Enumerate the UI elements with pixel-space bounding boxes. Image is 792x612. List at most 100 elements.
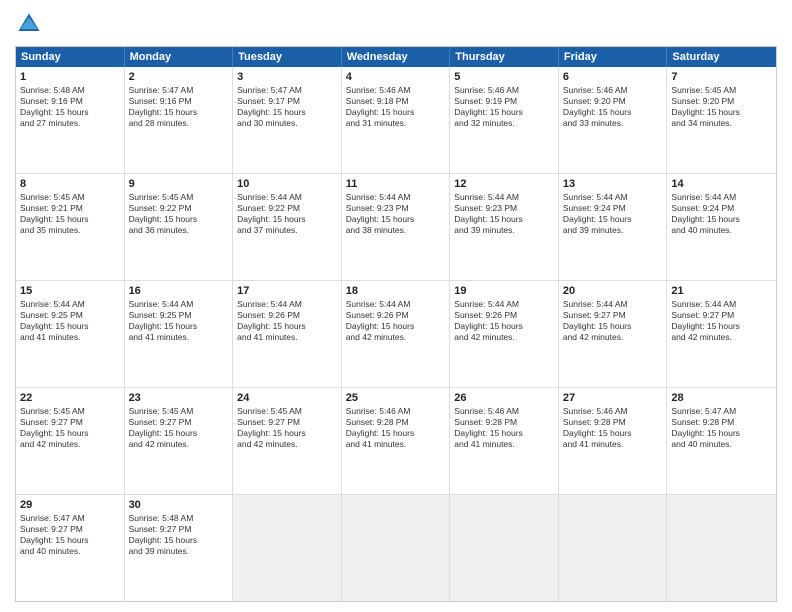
calendar-cell: 6Sunrise: 5:46 AMSunset: 9:20 PMDaylight…	[559, 67, 668, 173]
day-info-line: and 42 minutes.	[671, 332, 772, 343]
day-number: 3	[237, 70, 337, 84]
day-info-line: Sunrise: 5:46 AM	[563, 85, 663, 96]
day-info-line: Sunrise: 5:48 AM	[20, 85, 120, 96]
day-info-line: Sunrise: 5:45 AM	[129, 406, 229, 417]
day-info-line: Sunset: 9:26 PM	[346, 310, 446, 321]
day-info-line: Sunrise: 5:44 AM	[563, 192, 663, 203]
day-info-line: Daylight: 15 hours	[20, 321, 120, 332]
day-info-line: Sunset: 9:28 PM	[346, 417, 446, 428]
day-info-line: Sunrise: 5:47 AM	[237, 85, 337, 96]
day-number: 27	[563, 391, 663, 405]
day-info-line: Sunset: 9:22 PM	[129, 203, 229, 214]
calendar-body: 1Sunrise: 5:48 AMSunset: 9:16 PMDaylight…	[16, 67, 776, 601]
calendar-row: 29Sunrise: 5:47 AMSunset: 9:27 PMDayligh…	[16, 495, 776, 601]
day-info-line: Sunset: 9:26 PM	[237, 310, 337, 321]
day-number: 7	[671, 70, 772, 84]
calendar-cell: 10Sunrise: 5:44 AMSunset: 9:22 PMDayligh…	[233, 174, 342, 280]
calendar-cell: 13Sunrise: 5:44 AMSunset: 9:24 PMDayligh…	[559, 174, 668, 280]
calendar-cell: 22Sunrise: 5:45 AMSunset: 9:27 PMDayligh…	[16, 388, 125, 494]
day-info-line: and 30 minutes.	[237, 118, 337, 129]
day-info-line: Sunrise: 5:44 AM	[346, 192, 446, 203]
logo	[15, 10, 47, 38]
calendar-cell	[450, 495, 559, 601]
day-info-line: and 38 minutes.	[346, 225, 446, 236]
day-number: 21	[671, 284, 772, 298]
day-info-line: and 42 minutes.	[454, 332, 554, 343]
day-info-line: and 37 minutes.	[237, 225, 337, 236]
day-info-line: Sunrise: 5:46 AM	[346, 406, 446, 417]
day-info-line: and 31 minutes.	[346, 118, 446, 129]
day-info-line: Sunrise: 5:48 AM	[129, 513, 229, 524]
day-info-line: Sunset: 9:17 PM	[237, 96, 337, 107]
day-info-line: and 39 minutes.	[563, 225, 663, 236]
day-info-line: Sunset: 9:26 PM	[454, 310, 554, 321]
day-info-line: Sunrise: 5:47 AM	[20, 513, 120, 524]
day-info-line: Daylight: 15 hours	[454, 214, 554, 225]
day-number: 23	[129, 391, 229, 405]
day-number: 14	[671, 177, 772, 191]
day-info-line: and 35 minutes.	[20, 225, 120, 236]
day-number: 1	[20, 70, 120, 84]
day-info-line: and 32 minutes.	[454, 118, 554, 129]
day-info-line: Sunset: 9:27 PM	[237, 417, 337, 428]
day-number: 25	[346, 391, 446, 405]
day-number: 16	[129, 284, 229, 298]
day-info-line: Sunset: 9:28 PM	[671, 417, 772, 428]
day-info-line: Daylight: 15 hours	[129, 428, 229, 439]
day-info-line: Sunset: 9:19 PM	[454, 96, 554, 107]
day-info-line: Sunset: 9:25 PM	[129, 310, 229, 321]
calendar-cell: 4Sunrise: 5:46 AMSunset: 9:18 PMDaylight…	[342, 67, 451, 173]
calendar-header-cell: Friday	[559, 47, 668, 67]
calendar-cell: 3Sunrise: 5:47 AMSunset: 9:17 PMDaylight…	[233, 67, 342, 173]
day-info-line: and 39 minutes.	[454, 225, 554, 236]
day-number: 12	[454, 177, 554, 191]
day-info-line: and 42 minutes.	[20, 439, 120, 450]
calendar-cell: 16Sunrise: 5:44 AMSunset: 9:25 PMDayligh…	[125, 281, 234, 387]
calendar-cell: 12Sunrise: 5:44 AMSunset: 9:23 PMDayligh…	[450, 174, 559, 280]
day-info-line: and 27 minutes.	[20, 118, 120, 129]
day-info-line: and 42 minutes.	[563, 332, 663, 343]
day-number: 22	[20, 391, 120, 405]
calendar-cell: 15Sunrise: 5:44 AMSunset: 9:25 PMDayligh…	[16, 281, 125, 387]
calendar-header-cell: Sunday	[16, 47, 125, 67]
day-info-line: Daylight: 15 hours	[671, 321, 772, 332]
day-info-line: and 36 minutes.	[129, 225, 229, 236]
calendar-cell: 18Sunrise: 5:44 AMSunset: 9:26 PMDayligh…	[342, 281, 451, 387]
day-info-line: Daylight: 15 hours	[563, 428, 663, 439]
day-number: 17	[237, 284, 337, 298]
calendar-row: 1Sunrise: 5:48 AMSunset: 9:16 PMDaylight…	[16, 67, 776, 174]
day-info-line: Sunset: 9:27 PM	[129, 417, 229, 428]
day-info-line: Daylight: 15 hours	[563, 214, 663, 225]
day-info-line: Daylight: 15 hours	[237, 428, 337, 439]
day-info-line: Sunrise: 5:45 AM	[20, 192, 120, 203]
day-number: 30	[129, 498, 229, 512]
calendar-header-cell: Saturday	[667, 47, 776, 67]
day-info-line: Sunset: 9:27 PM	[671, 310, 772, 321]
day-info-line: Sunset: 9:23 PM	[346, 203, 446, 214]
calendar-row: 15Sunrise: 5:44 AMSunset: 9:25 PMDayligh…	[16, 281, 776, 388]
day-info-line: Sunrise: 5:44 AM	[454, 192, 554, 203]
day-info-line: and 39 minutes.	[129, 546, 229, 557]
calendar-cell: 14Sunrise: 5:44 AMSunset: 9:24 PMDayligh…	[667, 174, 776, 280]
day-info-line: and 42 minutes.	[129, 439, 229, 450]
calendar-cell: 17Sunrise: 5:44 AMSunset: 9:26 PMDayligh…	[233, 281, 342, 387]
day-info-line: Sunset: 9:18 PM	[346, 96, 446, 107]
calendar-cell	[559, 495, 668, 601]
day-number: 19	[454, 284, 554, 298]
day-info-line: Sunset: 9:27 PM	[20, 524, 120, 535]
day-info-line: and 41 minutes.	[563, 439, 663, 450]
calendar-cell	[233, 495, 342, 601]
calendar-cell	[667, 495, 776, 601]
header	[15, 10, 777, 38]
day-info-line: Sunset: 9:28 PM	[563, 417, 663, 428]
day-info-line: Sunrise: 5:44 AM	[129, 299, 229, 310]
calendar-header-row: SundayMondayTuesdayWednesdayThursdayFrid…	[16, 47, 776, 67]
day-number: 13	[563, 177, 663, 191]
calendar: SundayMondayTuesdayWednesdayThursdayFrid…	[15, 46, 777, 602]
day-info-line: Sunrise: 5:44 AM	[20, 299, 120, 310]
calendar-cell: 1Sunrise: 5:48 AMSunset: 9:16 PMDaylight…	[16, 67, 125, 173]
calendar-cell: 30Sunrise: 5:48 AMSunset: 9:27 PMDayligh…	[125, 495, 234, 601]
day-number: 9	[129, 177, 229, 191]
day-info-line: Sunset: 9:24 PM	[563, 203, 663, 214]
calendar-row: 22Sunrise: 5:45 AMSunset: 9:27 PMDayligh…	[16, 388, 776, 495]
